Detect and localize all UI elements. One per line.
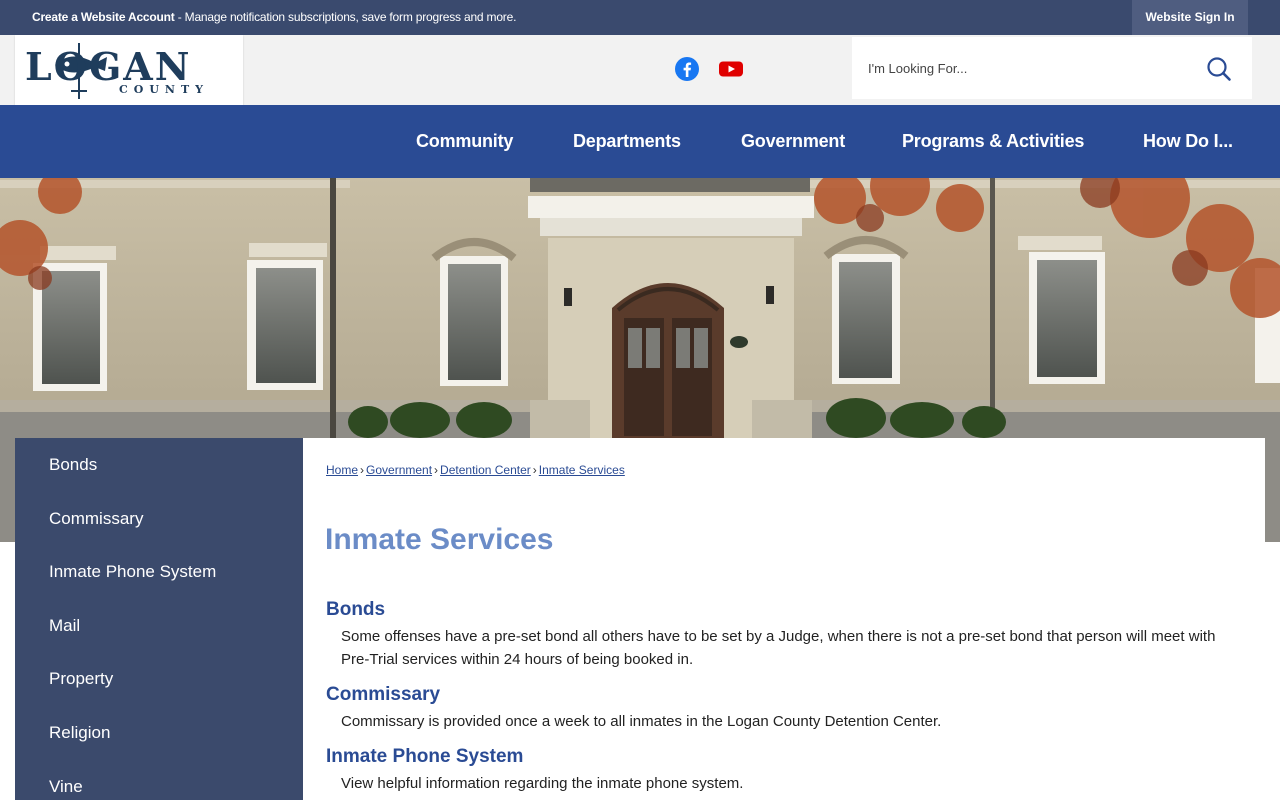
create-account-link[interactable]: Create a Website Account	[32, 10, 175, 24]
section-heading-inmate-phone-system[interactable]: Inmate Phone System	[326, 746, 523, 768]
logo-graphic: LOGAN COUNTY	[25, 43, 209, 99]
search-icon[interactable]	[1206, 56, 1232, 82]
main-navigation: Community Departments Government Program…	[0, 105, 1280, 178]
sidebar-nav: Bonds Commissary Inmate Phone System Mai…	[15, 438, 303, 800]
breadcrumb: Home › Government › Detention Center › Inmate …	[326, 463, 625, 477]
facebook-icon[interactable]	[674, 56, 700, 82]
sidebar-item-commissary[interactable]: Commissary	[15, 492, 303, 546]
breadcrumb-separator: ›	[532, 463, 537, 477]
section-text-inmate-phone-system: View helpful information regarding the i…	[341, 775, 744, 792]
sidebar-item-religion[interactable]: Religion	[15, 706, 303, 760]
sidebar-item-property[interactable]: Property	[15, 652, 303, 706]
nav-how-do-i[interactable]: How Do I...	[1143, 105, 1233, 178]
website-sign-in-button[interactable]: Website Sign In	[1132, 0, 1248, 35]
nav-government[interactable]: Government	[741, 105, 845, 178]
top-utility-bar: Create a Website Account - Manage notifi…	[0, 0, 1280, 35]
page-title: Inmate Services	[325, 523, 554, 556]
section-text-bonds: Some offenses have a pre-set bond all ot…	[341, 628, 1216, 668]
search-box	[852, 37, 1252, 99]
section-text-commissary: Commissary is provided once a week to al…	[341, 713, 942, 730]
sidebar-item-inmate-phone-system[interactable]: Inmate Phone System	[15, 545, 303, 599]
sidebar-item-mail[interactable]: Mail	[15, 599, 303, 653]
breadcrumb-government[interactable]: Government	[366, 463, 432, 477]
logo-subtext: COUNTY	[119, 83, 209, 96]
account-notice-text: - Manage notification subscriptions, sav…	[174, 10, 517, 24]
youtube-icon[interactable]	[718, 56, 744, 82]
breadcrumb-separator: ›	[434, 463, 439, 477]
search-input[interactable]	[868, 53, 1188, 83]
sidebar-item-vine[interactable]: Vine	[15, 760, 303, 800]
logan-county-logo[interactable]: LOGAN COUNTY	[15, 35, 243, 105]
breadcrumb-home[interactable]: Home	[326, 463, 358, 477]
site-header: LOGAN COUNTY	[0, 35, 1280, 105]
account-notice: Create a Website Account - Manage notifi…	[32, 0, 516, 35]
nav-departments[interactable]: Departments	[573, 105, 681, 178]
section-heading-commissary[interactable]: Commissary	[326, 684, 440, 706]
nav-programs-activities[interactable]: Programs & Activities	[902, 105, 1084, 178]
sidebar-item-bonds[interactable]: Bonds	[15, 438, 303, 492]
breadcrumb-detention-center[interactable]: Detention Center	[440, 463, 531, 477]
nav-community[interactable]: Community	[416, 105, 513, 178]
section-heading-bonds[interactable]: Bonds	[326, 599, 385, 621]
breadcrumb-separator: ›	[360, 463, 365, 477]
breadcrumb-inmate-services[interactable]: Inmate Services	[539, 463, 625, 477]
main-content: Home › Government › Detention Center › Inmate …	[303, 438, 1265, 800]
